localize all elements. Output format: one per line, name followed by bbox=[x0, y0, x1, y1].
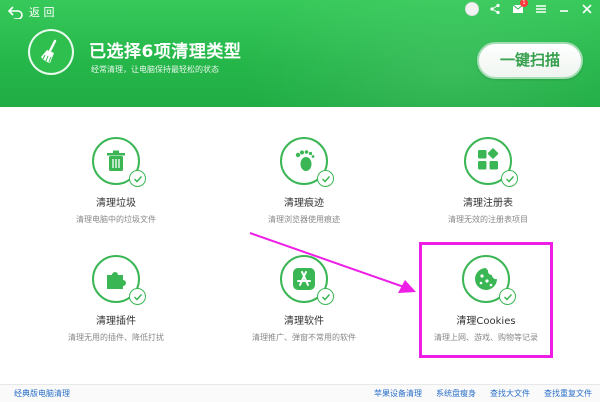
option-clean-plugins[interactable]: 清理插件 清理无用的插件、降低打扰 bbox=[36, 255, 196, 343]
message-icon[interactable]: 1 bbox=[511, 0, 528, 16]
check-icon bbox=[317, 288, 334, 305]
share-icon[interactable] bbox=[488, 2, 502, 16]
option-clean-traces[interactable]: 清理痕迹 清理浏览器使用痕迹 bbox=[224, 137, 384, 225]
check-icon bbox=[129, 288, 146, 305]
footer-links: 苹果设备清理 系统盘瘦身 查找大文件 查找重复文件 bbox=[374, 388, 592, 399]
option-label: 清理垃圾 bbox=[96, 198, 136, 209]
option-description: 清理推广、弹窗不常用的软件 bbox=[252, 333, 356, 342]
page-title: 已选择6项清理类型 bbox=[89, 42, 242, 62]
footer-link[interactable]: 系统盘瘦身 bbox=[436, 388, 476, 399]
one-click-scan-button[interactable]: 一键扫描 bbox=[477, 42, 583, 79]
back-button[interactable]: 返 回 bbox=[8, 4, 55, 20]
option-label: 清理软件 bbox=[284, 316, 324, 327]
option-description: 清理电脑中的垃圾文件 bbox=[76, 215, 156, 224]
header-banner: 返 回 1 已选择6项清理类型 经常清理，让电脑保持最轻松的状态 一键扫描 bbox=[0, 0, 600, 107]
puzzle-icon bbox=[92, 255, 146, 305]
option-clean-junk[interactable]: 清理垃圾 清理电脑中的垃圾文件 bbox=[36, 137, 196, 225]
option-description: 清理无效的注册表项目 bbox=[448, 215, 528, 224]
classic-cleanup-link[interactable]: 经典版电脑清理 bbox=[14, 388, 70, 399]
footprint-icon bbox=[280, 137, 334, 187]
option-clean-registry[interactable]: 清理注册表 清理无效的注册表项目 bbox=[408, 137, 568, 225]
cookies-highlight-box bbox=[419, 242, 553, 358]
check-icon bbox=[501, 170, 518, 187]
trash-icon bbox=[92, 137, 146, 187]
back-arrow-icon bbox=[8, 5, 23, 19]
check-icon bbox=[129, 170, 146, 187]
footer-link[interactable]: 查找重复文件 bbox=[544, 388, 592, 399]
broom-logo-icon bbox=[28, 29, 74, 75]
app-store-icon bbox=[280, 255, 334, 305]
close-icon[interactable] bbox=[580, 2, 594, 16]
footer-link[interactable]: 查找大文件 bbox=[490, 388, 530, 399]
footer-bar: 经典版电脑清理 苹果设备清理 系统盘瘦身 查找大文件 查找重复文件 bbox=[0, 384, 600, 402]
option-description: 清理浏览器使用痕迹 bbox=[268, 215, 340, 224]
back-label: 返 回 bbox=[29, 6, 55, 19]
option-clean-software[interactable]: 清理软件 清理推广、弹窗不常用的软件 bbox=[224, 255, 384, 343]
window-controls: 1 bbox=[465, 0, 594, 16]
registry-blocks-icon bbox=[464, 137, 518, 187]
check-icon bbox=[317, 170, 334, 187]
page-subtitle: 经常清理，让电脑保持最轻松的状态 bbox=[91, 65, 219, 74]
option-label: 清理插件 bbox=[96, 316, 136, 327]
avatar[interactable] bbox=[465, 2, 479, 16]
minimize-icon[interactable] bbox=[557, 2, 571, 16]
option-label: 清理痕迹 bbox=[284, 198, 324, 209]
menu-icon[interactable] bbox=[534, 2, 548, 16]
notification-badge: 1 bbox=[520, 0, 528, 7]
option-label: 清理注册表 bbox=[463, 198, 513, 209]
option-description: 清理无用的插件、降低打扰 bbox=[68, 333, 164, 342]
footer-link[interactable]: 苹果设备清理 bbox=[374, 388, 422, 399]
